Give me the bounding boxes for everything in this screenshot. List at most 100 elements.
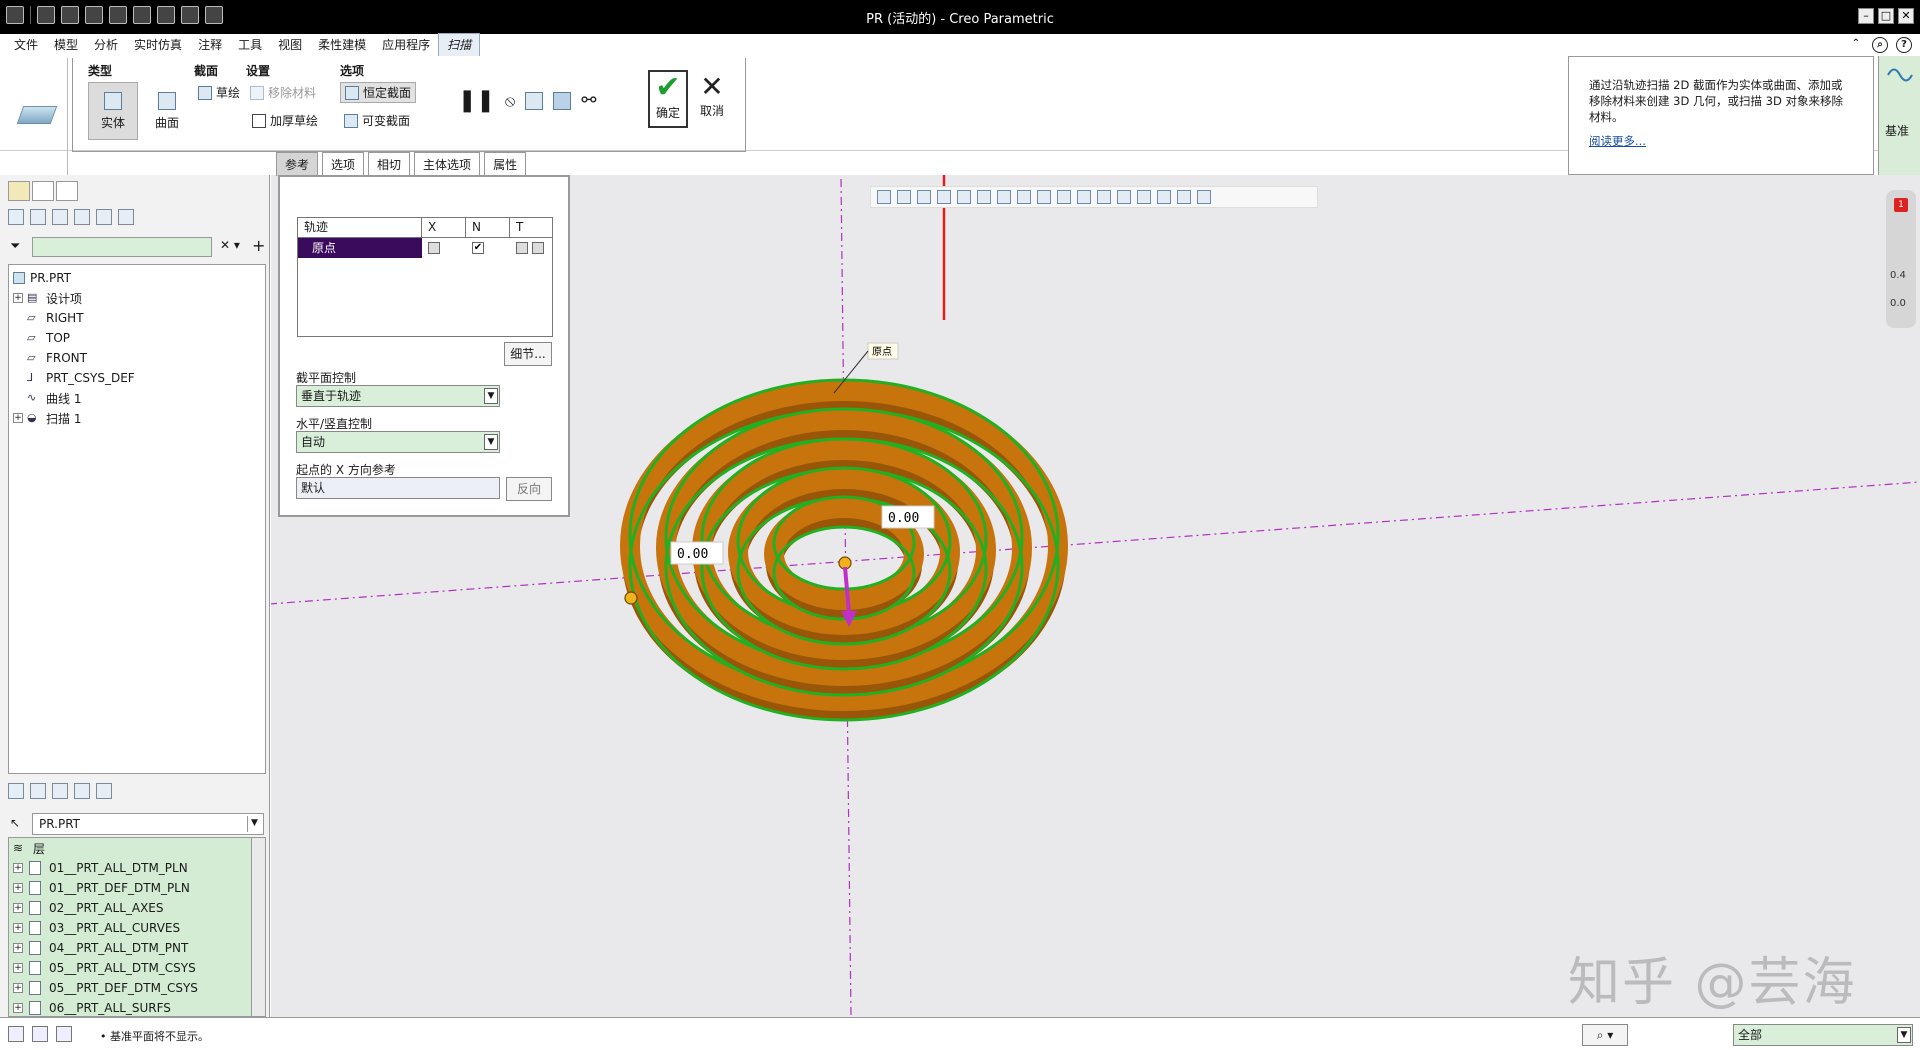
- n-checkbox[interactable]: ✔: [472, 242, 484, 254]
- model-tree-tab-icon[interactable]: [8, 181, 30, 201]
- layer-model-select[interactable]: PR.PRT ▼: [32, 813, 264, 835]
- menu-tools[interactable]: 工具: [230, 34, 270, 56]
- flag-icon[interactable]: [1197, 190, 1211, 204]
- surface-button[interactable]: 曲面: [142, 82, 192, 140]
- x-checkbox[interactable]: [428, 242, 440, 254]
- close-icon[interactable]: ✕: [1898, 8, 1914, 24]
- layer-item[interactable]: +03__PRT_ALL_CURVES: [9, 918, 265, 938]
- collapse-ribbon-icon[interactable]: ⌃: [1848, 37, 1864, 53]
- view-manager-icon[interactable]: [1037, 190, 1051, 204]
- expand-icon[interactable]: +: [13, 413, 23, 423]
- menu-file[interactable]: 文件: [6, 34, 46, 56]
- annotation-display-icon[interactable]: [1077, 190, 1091, 204]
- layer-item[interactable]: +01__PRT_ALL_DTM_PLN: [9, 858, 265, 878]
- tab-options[interactable]: 选项: [322, 152, 365, 176]
- flip-button[interactable]: 反向: [506, 477, 552, 501]
- cancel-button[interactable]: ✕ 取消: [692, 72, 732, 128]
- csys-display-icon[interactable]: [1157, 190, 1171, 204]
- saved-views-icon[interactable]: [977, 190, 991, 204]
- expand-icon[interactable]: +: [13, 863, 23, 873]
- thicken-sketch-button[interactable]: 加厚草绘: [252, 112, 318, 129]
- confirm-button[interactable]: ✔ 确定: [648, 70, 688, 128]
- notification-badge[interactable]: 1: [1894, 198, 1908, 212]
- tree-more-icon[interactable]: [118, 209, 134, 225]
- find-button[interactable]: ⌕ ▾: [1582, 1024, 1628, 1046]
- tab-tangency[interactable]: 相切: [368, 152, 411, 176]
- layer-more-icon[interactable]: [96, 783, 112, 799]
- layer-item[interactable]: +02__PRT_ALL_AXES: [9, 898, 265, 918]
- pause-icon[interactable]: ❚❚: [458, 88, 495, 113]
- tree-item[interactable]: ▱ RIGHT: [9, 308, 265, 328]
- layer-settings-icon[interactable]: [52, 783, 68, 799]
- constant-section-button[interactable]: 恒定截面: [340, 82, 417, 103]
- section-plane-control-select[interactable]: 垂直于轨迹 ▼: [296, 385, 500, 407]
- expand-icon[interactable]: +: [13, 883, 23, 893]
- layer-item[interactable]: +05__PRT_DEF_DTM_CSYS: [9, 978, 265, 998]
- layer-item[interactable]: +01__PRT_DEF_DTM_PLN: [9, 878, 265, 898]
- tree-search-input[interactable]: [32, 237, 212, 257]
- no-preview-icon[interactable]: ⦸: [505, 91, 515, 111]
- layer-item[interactable]: +06__PRT_ALL_SURFS: [9, 998, 265, 1016]
- add-icon[interactable]: +: [252, 236, 265, 255]
- datum-panel[interactable]: 基准: [1878, 56, 1920, 175]
- display-style-icon[interactable]: [997, 190, 1011, 204]
- menu-applications[interactable]: 应用程序: [374, 34, 438, 56]
- tree-filter-icon[interactable]: [8, 209, 24, 225]
- expand-icon[interactable]: +: [13, 983, 23, 993]
- tree-item[interactable]: + ▤ 设计项: [9, 288, 265, 308]
- layers-icon[interactable]: [8, 783, 24, 799]
- tree-item[interactable]: + ◒ 扫描 1: [9, 408, 265, 428]
- spin-center-icon[interactable]: [1017, 190, 1031, 204]
- tab-references[interactable]: 参考: [276, 152, 319, 176]
- menu-model[interactable]: 模型: [46, 34, 86, 56]
- remove-material-button[interactable]: 移除材料: [250, 84, 316, 101]
- menu-view[interactable]: 视图: [270, 34, 310, 56]
- expand-icon[interactable]: +: [13, 903, 23, 913]
- favorites-tab-icon[interactable]: [56, 181, 78, 201]
- pause-regen-icon[interactable]: [1177, 190, 1191, 204]
- refit-icon[interactable]: [877, 190, 891, 204]
- fullscreen-icon[interactable]: [56, 1026, 72, 1042]
- perspective-icon[interactable]: [957, 190, 971, 204]
- datum-display-icon[interactable]: [1057, 190, 1071, 204]
- tree-item[interactable]: ▱ TOP: [9, 328, 265, 348]
- clear-search-icon[interactable]: ✕ ▾: [220, 238, 240, 252]
- point-display-icon[interactable]: [1137, 190, 1151, 204]
- browser-icon[interactable]: [32, 1026, 48, 1042]
- layer-item[interactable]: +04__PRT_ALL_DTM_PNT: [9, 938, 265, 958]
- verify-preview-icon[interactable]: ⚯: [581, 90, 596, 111]
- zoom-out-icon[interactable]: [917, 190, 931, 204]
- layer-scrollbar[interactable]: [251, 838, 265, 1016]
- tree-columns-icon[interactable]: [52, 209, 68, 225]
- tree-item[interactable]: ⅃ PRT_CSYS_DEF: [9, 368, 265, 388]
- minimize-icon[interactable]: –: [1858, 8, 1874, 24]
- layer-item[interactable]: +05__PRT_ALL_DTM_CSYS: [9, 958, 265, 978]
- details-button[interactable]: 细节...: [504, 342, 552, 366]
- menu-analysis[interactable]: 分析: [86, 34, 126, 56]
- variable-section-button[interactable]: 可变截面: [344, 112, 410, 129]
- trajectory-row[interactable]: 原点: [298, 238, 422, 258]
- search-icon[interactable]: ⌕: [1872, 37, 1888, 53]
- axis-display-icon[interactable]: [1117, 190, 1131, 204]
- tree-item[interactable]: ∿ 曲线 1: [9, 388, 265, 408]
- menu-sweep[interactable]: 扫描: [438, 33, 481, 57]
- tree-layers-icon[interactable]: [96, 209, 112, 225]
- x-direction-ref-field[interactable]: 默认: [296, 477, 500, 499]
- tree-item[interactable]: ▱ FRONT: [9, 348, 265, 368]
- tab-properties[interactable]: 属性: [484, 152, 527, 176]
- expand-icon[interactable]: +: [13, 923, 23, 933]
- solid-button[interactable]: 实体: [88, 82, 138, 140]
- layer-show-icon[interactable]: [30, 783, 46, 799]
- expand-icon[interactable]: +: [13, 963, 23, 973]
- tree-show-icon[interactable]: [30, 209, 46, 225]
- expand-icon[interactable]: +: [13, 943, 23, 953]
- repaint-icon[interactable]: [937, 190, 951, 204]
- menu-live-simulation[interactable]: 实时仿真: [126, 34, 190, 56]
- hv-control-select[interactable]: 自动 ▼: [296, 431, 500, 453]
- selection-filter[interactable]: 全部 ▼: [1733, 1024, 1913, 1046]
- t-checkbox-1[interactable]: [516, 242, 528, 254]
- menu-flexible-modeling[interactable]: 柔性建模: [310, 34, 374, 56]
- maximize-icon[interactable]: □: [1878, 8, 1894, 24]
- folder-browser-tab-icon[interactable]: [32, 181, 54, 201]
- tree-root[interactable]: PR.PRT: [9, 268, 265, 288]
